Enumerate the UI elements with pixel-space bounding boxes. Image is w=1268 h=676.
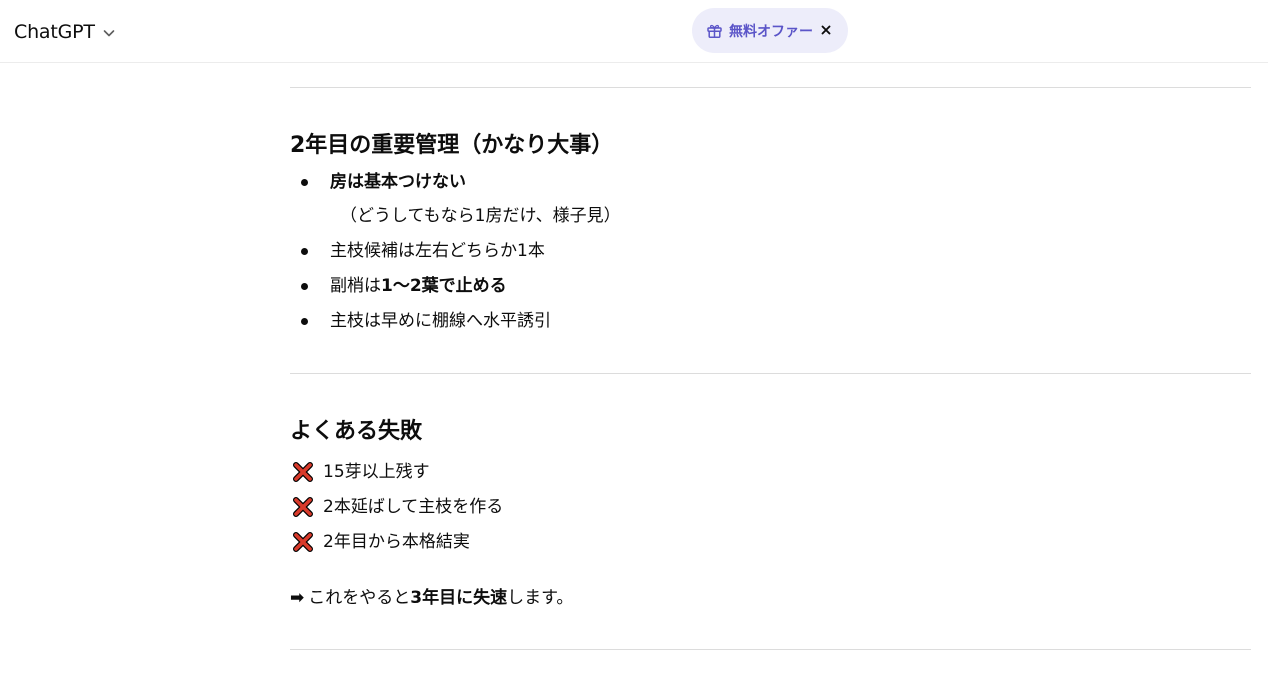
mistake-text: 2年目から本格結実 <box>323 532 470 552</box>
section-heading-year2: 2年目の重要管理（かなり大事） <box>290 133 614 158</box>
section-heading-mistakes: よくある失敗 <box>290 419 423 444</box>
conclusion-bold: 3年目に失速 <box>410 588 508 608</box>
cross-mark-icon <box>293 532 313 552</box>
list-item-text: 房は基本つけない <box>330 172 466 192</box>
bullet-dot <box>301 248 308 255</box>
mistake-text: 15芽以上残す <box>323 462 430 482</box>
list-item-text: 主枝は早めに棚線へ水平誘引 <box>330 311 551 331</box>
conclusion-line: ➡ これをやると3年目に失速します。 <box>290 583 573 613</box>
divider <box>290 373 1251 374</box>
bullet-dot <box>301 283 308 290</box>
list-item-note: （どうしてもなら1房だけ、様子見） <box>340 206 621 226</box>
mistake-text: 2本延ばして主枝を作る <box>323 497 504 517</box>
close-icon[interactable] <box>818 22 834 38</box>
divider <box>290 649 1251 650</box>
model-name: ChatGPT <box>14 21 95 43</box>
chevron-down-icon <box>102 25 116 39</box>
conclusion-post: します。 <box>507 588 574 608</box>
right-arrow-icon: ➡ <box>290 588 305 608</box>
list-item-text-bold: 1〜2葉で止める <box>381 276 507 296</box>
model-selector[interactable]: ChatGPT <box>14 17 116 47</box>
conclusion-pre: これをやると <box>308 588 411 608</box>
gift-icon <box>706 22 723 39</box>
divider <box>290 87 1251 88</box>
bullet-dot <box>301 179 308 186</box>
list-item-text: 主枝候補は左右どちらか1本 <box>330 241 545 261</box>
cross-mark-icon <box>293 462 313 482</box>
free-offer-button[interactable]: 無料オファー <box>692 8 848 53</box>
cross-mark-icon <box>293 497 313 517</box>
list-item-text: 副梢は1〜2葉で止める <box>330 271 507 301</box>
list-item-text-pre: 副梢は <box>330 276 381 296</box>
top-bar: ChatGPT 無料オファー <box>0 0 1268 63</box>
free-offer-label: 無料オファー <box>729 23 813 40</box>
bullet-dot <box>301 318 308 325</box>
